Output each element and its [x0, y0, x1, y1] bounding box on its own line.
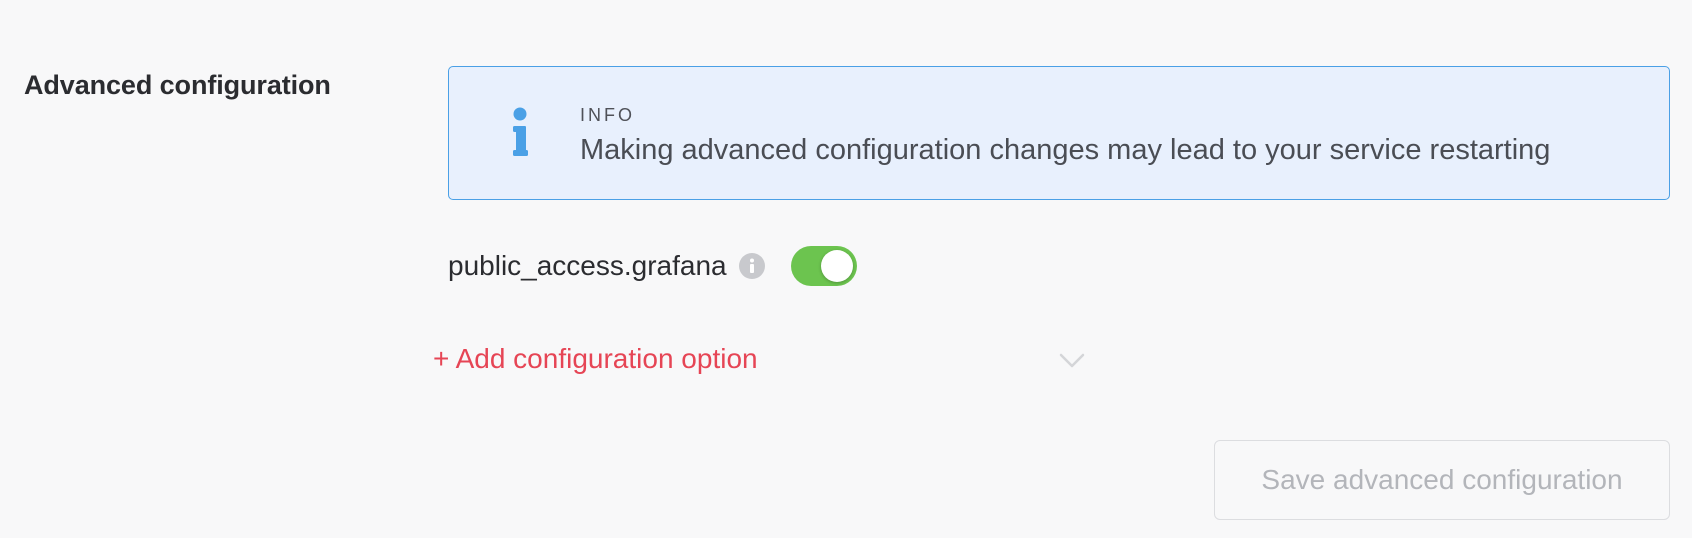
info-circle-icon[interactable] [738, 253, 765, 279]
chevron-down-icon[interactable] [1058, 352, 1086, 370]
toggle-knob [820, 250, 853, 282]
save-advanced-configuration-button[interactable]: Save advanced configuration [1214, 440, 1670, 520]
advanced-configuration-panel: Advanced configuration INFO Making advan… [0, 0, 1692, 538]
info-heading: INFO [580, 105, 635, 125]
config-option-row: public_access.grafana [448, 246, 857, 286]
add-configuration-option-button[interactable]: + Add configuration option [433, 343, 758, 375]
info-banner: INFO Making advanced configuration chang… [448, 66, 1670, 200]
public-access-grafana-toggle[interactable] [790, 246, 857, 286]
config-option-key: public_access.grafana [448, 250, 727, 281]
section-title: Advanced configuration [24, 70, 331, 100]
info-message: Making advanced configuration changes ma… [580, 134, 1551, 166]
info-icon [513, 107, 528, 156]
